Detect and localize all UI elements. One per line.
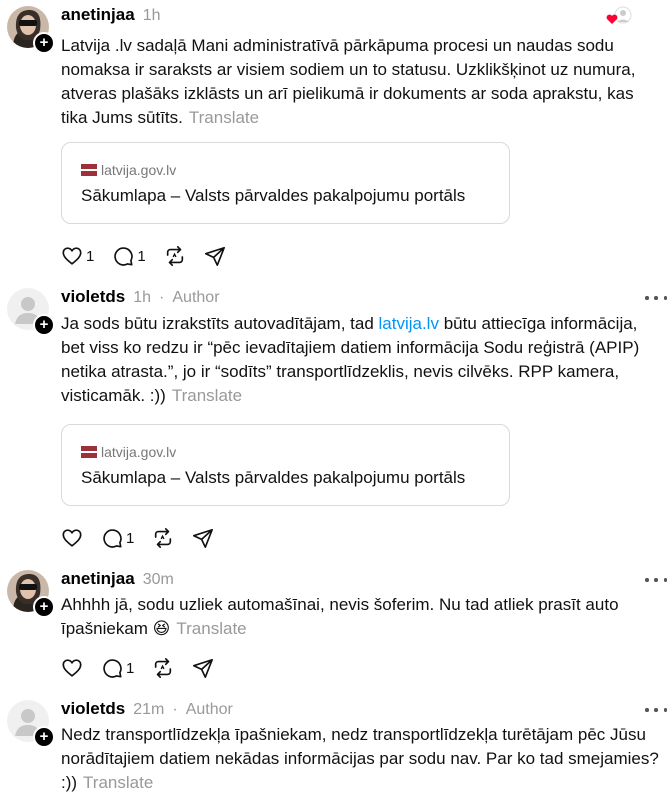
send-icon (193, 528, 214, 548)
action-bar: 1 (61, 656, 232, 680)
share-button[interactable] (204, 245, 226, 267)
follow-plus-icon[interactable]: + (33, 314, 55, 336)
post-text: Ahhhh jā, sodu uzliek automašīnai, nevis… (61, 593, 661, 641)
author-dot: · (172, 701, 178, 718)
follow-plus-icon[interactable]: + (33, 726, 55, 748)
heart-icon (62, 659, 82, 677)
follow-plus-icon[interactable]: + (33, 596, 55, 618)
username[interactable]: violetds (61, 699, 125, 719)
comment-icon (103, 529, 122, 548)
translate-link[interactable]: Translate (176, 619, 246, 638)
repost-icon (155, 528, 172, 548)
post-text: Latvija .lv sadaļā Mani administratīvā p… (61, 34, 661, 130)
author-dot: · (159, 289, 165, 306)
post-header: anetinjaa 30m (61, 569, 174, 591)
post-text-content: Ahhhh jā, sodu uzliek automašīnai, nevis… (61, 595, 619, 638)
post-text-content: Latvija .lv sadaļā Mani administratīvā p… (61, 36, 636, 127)
reply-count: 1 (126, 659, 135, 677)
post-header: anetinjaa 1h (61, 5, 161, 27)
action-bar: 1 (61, 526, 232, 550)
username[interactable]: violetds (61, 287, 125, 307)
inline-link[interactable]: latvija.lv (379, 314, 439, 333)
like-count: 1 (86, 247, 95, 265)
repost-button[interactable] (152, 657, 174, 679)
follow-plus-icon[interactable]: + (33, 32, 55, 54)
latvia-flag-icon (81, 164, 97, 176)
reply-count: 1 (126, 529, 135, 547)
author-tag: Author (172, 289, 220, 306)
card-domain-text: latvija.gov.lv (101, 162, 177, 178)
like-button[interactable]: 1 (61, 245, 94, 267)
post-text: Ja sods būtu izrakstīts autovadītājam, t… (61, 312, 661, 408)
share-button[interactable] (192, 527, 214, 549)
card-domain: latvija.gov.lv (81, 444, 176, 460)
translate-link[interactable]: Translate (172, 386, 242, 405)
avatar[interactable]: + (7, 700, 55, 748)
avatar[interactable]: + (7, 288, 55, 336)
link-preview-card[interactable]: latvija.gov.lv Sākumlapa – Valsts pārval… (61, 424, 510, 506)
reply-button[interactable]: 1 (101, 657, 134, 679)
link-preview-card[interactable]: latvija.gov.lv Sākumlapa – Valsts pārval… (61, 142, 510, 224)
username[interactable]: anetinjaa (61, 569, 135, 589)
timestamp[interactable]: 1h (133, 289, 151, 307)
action-bar: 1 1 (61, 244, 244, 268)
reply-button[interactable]: 1 (112, 245, 146, 267)
username[interactable]: anetinjaa (61, 5, 135, 25)
repost-icon (166, 246, 183, 266)
card-title: Sākumlapa – Valsts pārvaldes pakalpojumu… (81, 468, 466, 487)
reply-button[interactable]: 1 (101, 527, 134, 549)
post-text-part: Ja sods būtu izrakstīts autovadītājam, t… (61, 314, 379, 333)
reply-count: 1 (137, 247, 146, 265)
heart-icon (62, 247, 82, 265)
like-button[interactable] (61, 527, 83, 549)
send-icon (193, 658, 214, 678)
translate-link[interactable]: Translate (83, 773, 153, 792)
comment-icon (114, 247, 134, 266)
post-header: violetds 21m · Author (61, 699, 233, 721)
avatar[interactable]: + (7, 570, 55, 618)
translate-link[interactable]: Translate (189, 108, 259, 127)
share-button[interactable] (192, 657, 214, 679)
timestamp[interactable]: 21m (133, 701, 164, 719)
avatar[interactable]: + (7, 6, 55, 54)
liked-by-author-heart-icon (606, 6, 632, 24)
timestamp[interactable]: 30m (143, 571, 174, 589)
more-icon[interactable] (645, 572, 667, 588)
author-tag: Author (185, 701, 233, 718)
timestamp[interactable]: 1h (143, 7, 161, 25)
post-header: violetds 1h · Author (61, 287, 220, 309)
post-text: Nedz transportlīdzekļa īpašniekam, nedz … (61, 723, 661, 795)
more-icon[interactable] (645, 290, 667, 306)
card-domain-text: latvija.gov.lv (101, 444, 177, 460)
like-button[interactable] (61, 657, 83, 679)
send-icon (204, 246, 225, 266)
more-icon[interactable] (645, 702, 667, 718)
card-domain: latvija.gov.lv (81, 162, 176, 178)
card-title: Sākumlapa – Valsts pārvaldes pakalpojumu… (81, 186, 466, 205)
comment-icon (103, 659, 122, 678)
latvia-flag-icon (81, 446, 97, 458)
repost-button[interactable] (152, 527, 174, 549)
repost-button[interactable] (164, 245, 186, 267)
heart-icon (62, 529, 82, 547)
repost-icon (155, 658, 172, 678)
